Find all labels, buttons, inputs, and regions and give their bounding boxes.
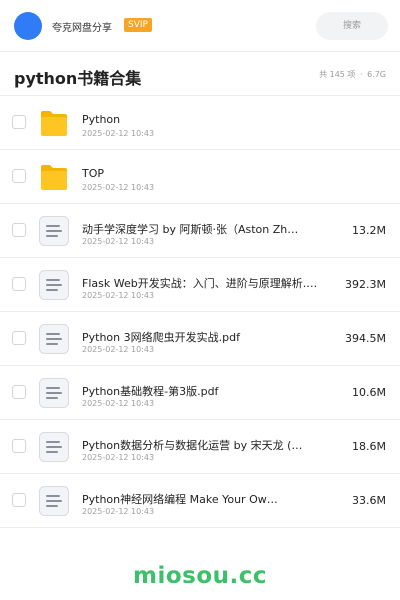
document-icon xyxy=(38,485,70,517)
file-date: 2025-02-12 10:43 xyxy=(82,183,155,192)
file-date: 2025-02-12 10:43 xyxy=(82,507,155,516)
file-row[interactable]: Python 2025-02-12 10:43 xyxy=(0,96,400,150)
file-row[interactable]: Python 3网络爬虫开发实战.pdf 2025-02-12 10:43 394.… xyxy=(0,312,400,366)
select-checkbox[interactable] xyxy=(12,385,26,399)
file-size: 18.6M xyxy=(352,440,386,453)
folder-header: python书籍合集 共 145 项 · 6.7G xyxy=(0,52,400,96)
document-icon xyxy=(38,377,70,409)
watermark-brand: miosou.cc xyxy=(132,563,268,589)
top-bar: 夸克网盘分享 SVIP 搜索 xyxy=(0,0,400,52)
select-checkbox[interactable] xyxy=(12,223,26,237)
file-size: 10.6M xyxy=(352,386,386,399)
select-checkbox[interactable] xyxy=(12,331,26,345)
file-row[interactable]: Flask Web开发实战：入门、进阶与原理解析.… 2025-02-12 10:… xyxy=(0,258,400,312)
file-row[interactable]: Python数据分析与数据化运营 by 宋天龙 (… 2025-02-12 10:… xyxy=(0,420,400,474)
folder-summary: 共 145 项 · 6.7G xyxy=(319,69,386,80)
file-name[interactable]: 动手学深度学习 by 阿斯顿·张（Aston Zh… xyxy=(82,221,322,237)
avatar[interactable] xyxy=(14,12,42,40)
footer: miosou.cc xyxy=(0,552,400,600)
file-list: Python 2025-02-12 10:43 TOP 2025-02-12 10:4… xyxy=(0,96,400,528)
document-icon xyxy=(38,323,70,355)
file-name[interactable]: Python神经网络编程 Make Your Ow… xyxy=(82,491,322,507)
document-icon xyxy=(38,269,70,301)
file-date: 2025-02-12 10:43 xyxy=(82,453,155,462)
file-name[interactable]: TOP xyxy=(82,167,322,180)
file-size: 394.5M xyxy=(345,332,386,345)
file-size: 33.6M xyxy=(352,494,386,507)
select-checkbox[interactable] xyxy=(12,169,26,183)
item-count: 共 145 项 xyxy=(319,70,356,79)
select-checkbox[interactable] xyxy=(12,439,26,453)
file-row[interactable]: Python基础教程-第3版.pdf 2025-02-12 10:43 10.6M xyxy=(0,366,400,420)
file-row[interactable]: Python神经网络编程 Make Your Ow… 2025-02-12 10:… xyxy=(0,474,400,528)
search-input[interactable]: 搜索 xyxy=(316,12,388,40)
file-date: 2025-02-12 10:43 xyxy=(82,399,155,408)
page-title: python书籍合集 xyxy=(14,69,142,88)
file-name[interactable]: Python 3网络爬虫开发实战.pdf xyxy=(82,329,322,345)
file-date: 2025-02-12 10:43 xyxy=(82,345,155,354)
file-row[interactable]: 动手学深度学习 by 阿斯顿·张（Aston Zh… 2025-02-12 10:… xyxy=(0,204,400,258)
file-row[interactable]: TOP 2025-02-12 10:43 xyxy=(0,150,400,204)
select-checkbox[interactable] xyxy=(12,115,26,129)
summary-separator: · xyxy=(359,70,363,79)
document-icon xyxy=(38,431,70,463)
document-icon xyxy=(38,215,70,247)
select-checkbox[interactable] xyxy=(12,493,26,507)
folder-icon xyxy=(38,107,70,139)
file-name[interactable]: Python数据分析与数据化运营 by 宋天龙 (… xyxy=(82,437,322,453)
folder-icon xyxy=(38,161,70,193)
file-name[interactable]: Python基础教程-第3版.pdf xyxy=(82,383,322,399)
share-owner-name: 夸克网盘分享 xyxy=(52,23,112,34)
file-date: 2025-02-12 10:43 xyxy=(82,129,155,138)
file-name[interactable]: Python xyxy=(82,113,322,126)
file-name[interactable]: Flask Web开发实战：入门、进阶与原理解析.… xyxy=(82,275,322,291)
file-date: 2025-02-12 10:43 xyxy=(82,291,155,300)
file-size: 392.3M xyxy=(345,278,386,291)
select-checkbox[interactable] xyxy=(12,277,26,291)
file-size: 13.2M xyxy=(352,224,386,237)
total-size: 6.7G xyxy=(367,70,386,79)
svip-badge: SVIP xyxy=(124,18,152,32)
file-date: 2025-02-12 10:43 xyxy=(82,237,155,246)
